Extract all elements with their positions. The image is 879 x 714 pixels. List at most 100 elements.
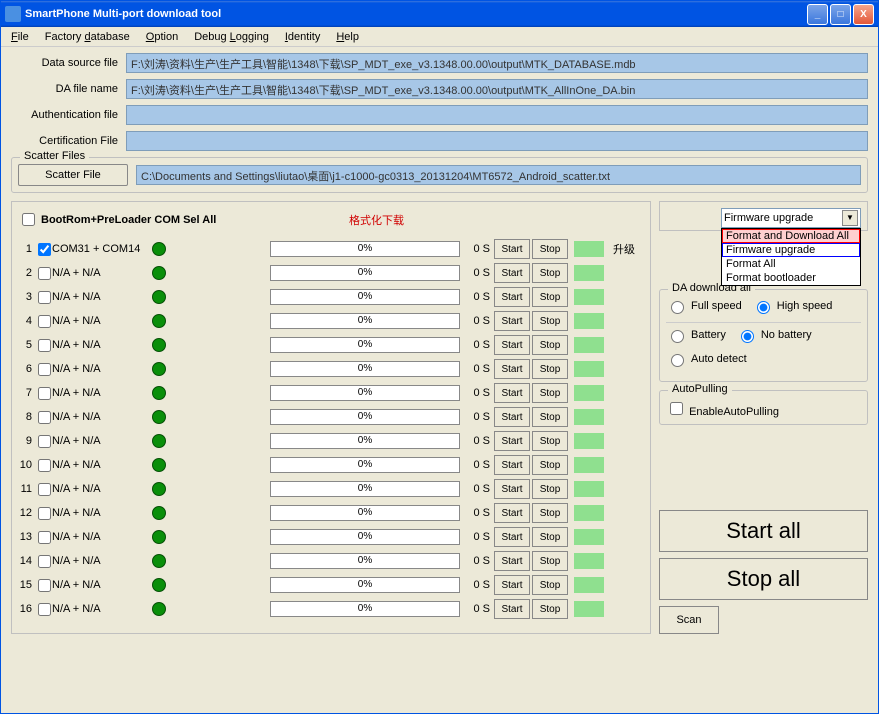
port-checkbox[interactable] [38,435,51,448]
start-button[interactable]: Start [494,263,530,283]
high-speed-radio[interactable]: High speed [752,298,833,314]
port-checkbox[interactable] [38,267,51,280]
port-checkbox[interactable] [38,507,51,520]
stop-button[interactable]: Stop [532,431,568,451]
menu-factory-database[interactable]: Factory database [39,29,136,45]
progress-bar: 0% [270,481,460,497]
auth-file-input[interactable] [126,105,868,125]
port-checkbox[interactable] [38,459,51,472]
port-number: 13 [18,531,34,543]
stop-button[interactable]: Stop [532,455,568,475]
start-button[interactable]: Start [494,383,530,403]
status-dot-icon [152,530,166,544]
chevron-down-icon[interactable]: ▼ [842,210,858,226]
status-dot-icon [152,482,166,496]
stop-button[interactable]: Stop [532,527,568,547]
maximize-button[interactable]: □ [830,4,851,25]
start-button[interactable]: Start [494,239,530,259]
port-name: COM31 + COM14 [52,243,146,255]
stop-button[interactable]: Stop [532,551,568,571]
start-button[interactable]: Start [494,527,530,547]
port-name: N/A + N/A [52,411,146,423]
port-checkbox[interactable] [38,315,51,328]
time-label: 0 S [468,507,494,519]
dropdown-list: Format and Download All Firmware upgrade… [721,228,861,286]
port-checkbox[interactable] [38,387,51,400]
port-checkbox[interactable] [38,483,51,496]
progress-bar: 0% [270,433,460,449]
stop-button[interactable]: Stop [532,503,568,523]
stop-button[interactable]: Stop [532,383,568,403]
start-button[interactable]: Start [494,311,530,331]
stop-button[interactable]: Stop [532,599,568,619]
start-button[interactable]: Start [494,287,530,307]
menu-file[interactable]: File [5,29,35,45]
start-button[interactable]: Start [494,407,530,427]
port-name: N/A + N/A [52,603,146,615]
port-checkbox[interactable] [38,243,51,256]
status-dot-icon [152,506,166,520]
stop-button[interactable]: Stop [532,239,568,259]
action-dropdown[interactable]: Firmware upgrade ▼ [721,208,861,228]
start-all-button[interactable]: Start all [659,510,868,552]
dropdown-opt-format-bootloader[interactable]: Format bootloader [722,271,860,285]
scan-button[interactable]: Scan [659,606,719,634]
stop-all-button[interactable]: Stop all [659,558,868,600]
dropdown-opt-format-download[interactable]: Format and Download All [722,229,860,243]
bootrom-select-all-checkbox[interactable] [22,213,35,226]
menu-option[interactable]: Option [140,29,184,45]
start-button[interactable]: Start [494,479,530,499]
start-button[interactable]: Start [494,359,530,379]
port-checkbox[interactable] [38,363,51,376]
stop-button[interactable]: Stop [532,287,568,307]
port-checkbox[interactable] [38,411,51,424]
full-speed-radio[interactable]: Full speed [666,298,742,314]
enable-autopulling-checkbox[interactable]: EnableAutoPulling [666,406,779,418]
menu-debug-logging[interactable]: Debug Logging [188,29,275,45]
auto-detect-radio[interactable]: Auto detect [666,351,747,367]
progress-bar: 0% [270,265,460,281]
port-checkbox[interactable] [38,291,51,304]
start-button[interactable]: Start [494,503,530,523]
port-checkbox[interactable] [38,603,51,616]
stop-button[interactable]: Stop [532,263,568,283]
minimize-button[interactable]: _ [807,4,828,25]
port-name: N/A + N/A [52,363,146,375]
port-checkbox[interactable] [38,339,51,352]
dropdown-opt-firmware-upgrade[interactable]: Firmware upgrade [722,243,860,257]
start-button[interactable]: Start [494,431,530,451]
stop-button[interactable]: Stop [532,335,568,355]
menu-help[interactable]: Help [330,29,365,45]
start-button[interactable]: Start [494,335,530,355]
start-button[interactable]: Start [494,551,530,571]
dropdown-opt-format-all[interactable]: Format All [722,257,860,271]
menu-identity[interactable]: Identity [279,29,326,45]
start-button[interactable]: Start [494,455,530,475]
port-row: 6 N/A + N/A 0% 0 S Start Stop [18,357,644,381]
cert-file-input[interactable] [126,131,868,151]
scatter-file-button[interactable]: Scatter File [18,164,128,186]
start-button[interactable]: Start [494,599,530,619]
port-checkbox[interactable] [38,579,51,592]
data-source-input[interactable]: F:\刘涛\资料\生产\生产工具\智能\1348\下载\SP_MDT_exe_v… [126,53,868,73]
port-checkbox[interactable] [38,555,51,568]
stop-button[interactable]: Stop [532,407,568,427]
status-indicator [574,457,604,473]
port-checkbox[interactable] [38,531,51,544]
stop-button[interactable]: Stop [532,359,568,379]
status-indicator [574,385,604,401]
close-button[interactable]: X [853,4,874,25]
status-dot-icon [152,458,166,472]
battery-radio[interactable]: Battery [666,327,726,343]
stop-button[interactable]: Stop [532,311,568,331]
start-button[interactable]: Start [494,575,530,595]
scatter-path-input[interactable]: C:\Documents and Settings\liutao\桌面\j1-c… [136,165,861,185]
stop-button[interactable]: Stop [532,575,568,595]
da-file-input[interactable]: F:\刘涛\资料\生产\生产工具\智能\1348\下载\SP_MDT_exe_v… [126,79,868,99]
stop-button[interactable]: Stop [532,479,568,499]
status-indicator [574,433,604,449]
no-battery-radio[interactable]: No battery [736,327,812,343]
scatter-files-group: Scatter Files Scatter File C:\Documents … [11,157,868,193]
da-file-label: DA file name [11,83,126,95]
port-row: 5 N/A + N/A 0% 0 S Start Stop [18,333,644,357]
